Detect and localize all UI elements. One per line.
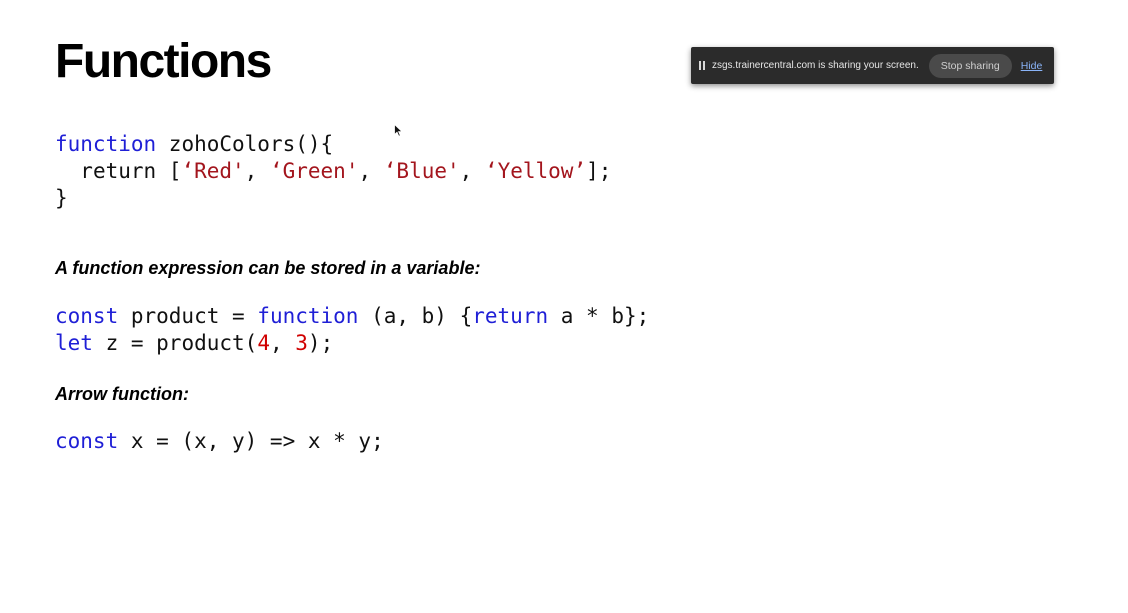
- code-text: x = (x, y) => x * y;: [118, 429, 384, 453]
- code-text: product =: [118, 304, 258, 328]
- code-text: );: [307, 331, 334, 355]
- code-keyword: let: [55, 331, 93, 355]
- code-text: ];: [586, 159, 612, 183]
- slide-title: Functions: [55, 35, 272, 88]
- code-keyword: return: [472, 304, 549, 328]
- code-block-product: const product = function (a, b) {return …: [55, 303, 649, 357]
- code-text: (a, b) {: [358, 304, 473, 328]
- code-number: 4: [257, 331, 270, 355]
- share-bar: zsgs.trainercentral.com is sharing your …: [691, 47, 1054, 84]
- code-text: ,: [269, 331, 296, 355]
- code-string: ‘Green': [269, 159, 359, 183]
- code-text: [: [156, 159, 182, 183]
- code-keyword: const: [55, 304, 119, 328]
- note-function-expression: A function expression can be stored in a…: [55, 258, 481, 278]
- code-string: ‘Blue': [383, 159, 460, 183]
- pause-icon[interactable]: [699, 61, 706, 70]
- stop-sharing-button[interactable]: Stop sharing: [928, 53, 1012, 78]
- code-keyword-return: return: [80, 159, 157, 183]
- code-keyword: const: [55, 429, 119, 453]
- hide-link[interactable]: Hide: [1021, 60, 1043, 72]
- code-string: ‘Yellow’: [484, 159, 587, 183]
- code-text: ,: [358, 159, 384, 183]
- code-block-zohocolors: function zohoColors(){ return [‘Red', ‘G…: [55, 131, 611, 212]
- code-text: ,: [244, 159, 270, 183]
- code-string: ‘Red': [181, 159, 245, 183]
- code-text: z = product(: [92, 331, 258, 355]
- note-arrow-function: Arrow function:: [55, 384, 189, 404]
- code-text: }: [55, 186, 68, 210]
- code-text: ,: [459, 159, 485, 183]
- code-block-arrow: const x = (x, y) => x * y;: [55, 428, 384, 455]
- code-text: a * b};: [548, 304, 650, 328]
- code-text: zohoColors(){: [156, 132, 334, 156]
- share-message: zsgs.trainercentral.com is sharing your …: [712, 60, 919, 71]
- code-keyword: function: [257, 304, 359, 328]
- code-keyword: function: [55, 132, 157, 156]
- code-number: 3: [295, 331, 308, 355]
